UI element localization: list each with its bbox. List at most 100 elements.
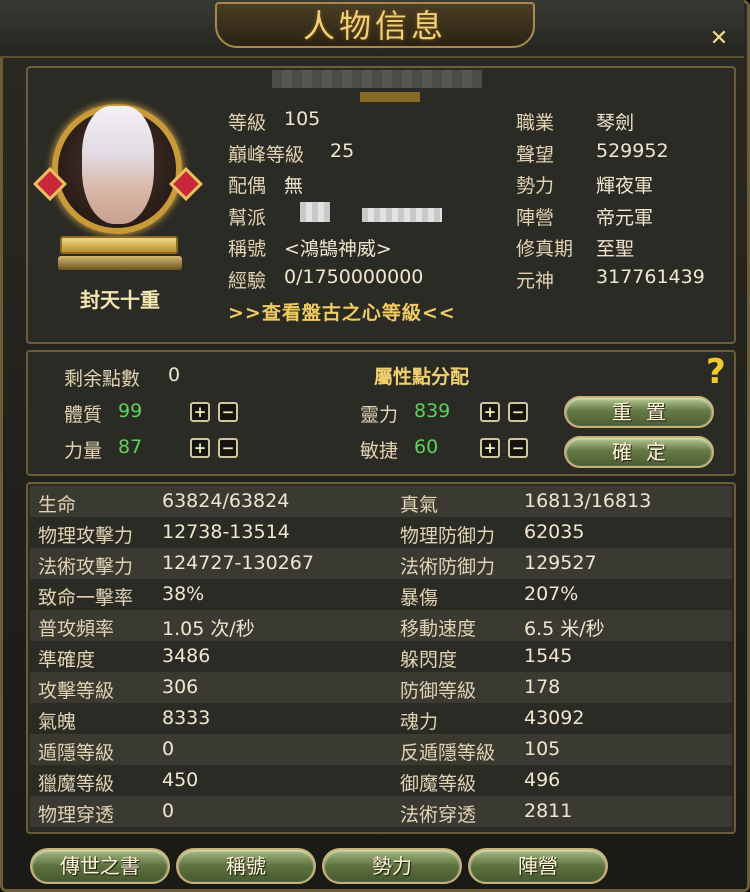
defense-level-value: 178 (524, 676, 561, 698)
agility-plus-button[interactable]: + (480, 438, 500, 458)
faction-button[interactable]: 勢力 (322, 848, 462, 884)
hp-label: 生命 (38, 494, 77, 516)
crit-rate-label: 致命一擊率 (38, 587, 134, 609)
accuracy-label: 準確度 (38, 649, 96, 671)
strength-value: 87 (118, 436, 143, 458)
magic-attack-value: 124727-130267 (162, 552, 314, 574)
primordial-spirit-value: 317761439 (596, 266, 705, 288)
stats-row (30, 517, 732, 548)
reset-button[interactable]: 重置 (564, 396, 714, 428)
physical-defense-value: 62035 (524, 521, 585, 543)
class-label: 職業 (516, 112, 555, 134)
title-value: <鴻鵠神威> (284, 238, 392, 260)
pangu-heart-level-link[interactable]: >>查看盤古之心等級<< (228, 298, 456, 325)
stats-row (30, 548, 732, 579)
level-value: 105 (284, 108, 321, 130)
spouse-label: 配偶 (228, 175, 267, 197)
peak-level-value: 25 (330, 140, 355, 162)
avatar-face (82, 106, 154, 224)
move-speed-label: 移動速度 (400, 618, 477, 640)
anti-stealth-level-label: 反遁隱等級 (400, 742, 496, 764)
attack-speed-value: 1.05 次/秒 (162, 618, 255, 640)
stats-row (30, 765, 732, 796)
soul-power-value: 43092 (524, 707, 585, 729)
spirit-minus-button[interactable]: − (508, 402, 528, 422)
strength-plus-button[interactable]: + (190, 438, 210, 458)
cultivation-label: 修真期 (516, 238, 574, 260)
constitution-plus-button[interactable]: + (190, 402, 210, 422)
avatar[interactable] (33, 100, 203, 254)
spirit-value: 839 (414, 400, 451, 422)
hp-value: 63824/63824 (162, 490, 290, 512)
magic-attack-label: 法術攻擊力 (38, 556, 134, 578)
magic-defense-label: 法術防御力 (400, 556, 496, 578)
soul-power-label: 魂力 (400, 711, 439, 733)
attribute-allocation-title: 屬性點分配 (374, 366, 470, 388)
magic-defense-value: 129527 (524, 552, 597, 574)
experience-label: 經驗 (228, 270, 267, 292)
demon-hunt-level-value: 450 (162, 769, 199, 791)
attack-level-label: 攻擊等級 (38, 680, 115, 702)
anti-stealth-level-value: 105 (524, 738, 561, 760)
vigor-label: 氣魄 (38, 711, 77, 733)
stats-row (30, 579, 732, 610)
faction-value: 輝夜軍 (596, 175, 654, 197)
rank-title: 封天十重 (80, 288, 160, 312)
stats-row (30, 672, 732, 703)
mana-value: 16813/16813 (524, 490, 652, 512)
dodge-label: 躲閃度 (400, 649, 458, 671)
name-underline-ornament (360, 92, 420, 102)
close-icon[interactable]: ✕ (706, 26, 732, 52)
accuracy-value: 3486 (162, 645, 211, 667)
level-label: 等級 (228, 112, 267, 134)
agility-value: 60 (414, 436, 439, 458)
stats-row (30, 610, 732, 641)
constitution-label: 體質 (64, 404, 103, 426)
vigor-value: 8333 (162, 707, 211, 729)
physical-penetration-label: 物理穿透 (38, 804, 115, 826)
physical-attack-value: 12738-13514 (162, 521, 290, 543)
camp-value: 帝元軍 (596, 207, 654, 229)
physical-defense-label: 物理防御力 (400, 525, 496, 547)
confirm-button[interactable]: 確定 (564, 436, 714, 468)
stats-row (30, 641, 732, 672)
class-value: 琴劍 (596, 112, 635, 134)
strength-minus-button[interactable]: − (218, 438, 238, 458)
stats-row (30, 796, 732, 827)
attack-level-value: 306 (162, 676, 199, 698)
cultivation-value: 至聖 (596, 238, 635, 260)
magic-penetration-value: 2811 (524, 800, 573, 822)
crit-damage-label: 暴傷 (400, 587, 439, 609)
constitution-minus-button[interactable]: − (218, 402, 238, 422)
guild-label: 幫派 (228, 207, 267, 229)
defense-level-label: 防御等級 (400, 680, 477, 702)
camp-label: 陣營 (516, 207, 555, 229)
avatar-level-bar (60, 236, 178, 254)
titles-button[interactable]: 稱號 (176, 848, 316, 884)
character-name-redacted (272, 70, 482, 88)
stealth-level-value: 0 (162, 738, 175, 760)
spirit-plus-button[interactable]: + (480, 402, 500, 422)
demon-hunt-level-label: 獵魔等級 (38, 773, 115, 795)
stats-row (30, 703, 732, 734)
magic-penetration-label: 法術穿透 (400, 804, 477, 826)
physical-attack-label: 物理攻擊力 (38, 525, 134, 547)
remaining-points-value: 0 (168, 364, 181, 386)
spirit-label: 靈力 (360, 404, 399, 426)
legend-book-button[interactable]: 傳世之書 (30, 848, 170, 884)
camp-button[interactable]: 陣營 (468, 848, 608, 884)
peak-level-label: 巔峰等級 (228, 144, 305, 166)
move-speed-value: 6.5 米/秒 (524, 618, 605, 640)
crit-rate-value: 38% (162, 583, 205, 605)
faction-label: 勢力 (516, 175, 555, 197)
primordial-spirit-label: 元神 (516, 270, 555, 292)
demon-resist-level-label: 御魔等級 (400, 773, 477, 795)
physical-penetration-value: 0 (162, 800, 175, 822)
experience-value: 0/1750000000 (284, 266, 424, 288)
agility-minus-button[interactable]: − (508, 438, 528, 458)
strength-label: 力量 (64, 440, 103, 462)
help-icon[interactable]: ? (706, 352, 726, 392)
reputation-label: 聲望 (516, 144, 555, 166)
attack-speed-label: 普攻頻率 (38, 618, 115, 640)
avatar-base-ornament (58, 256, 182, 270)
